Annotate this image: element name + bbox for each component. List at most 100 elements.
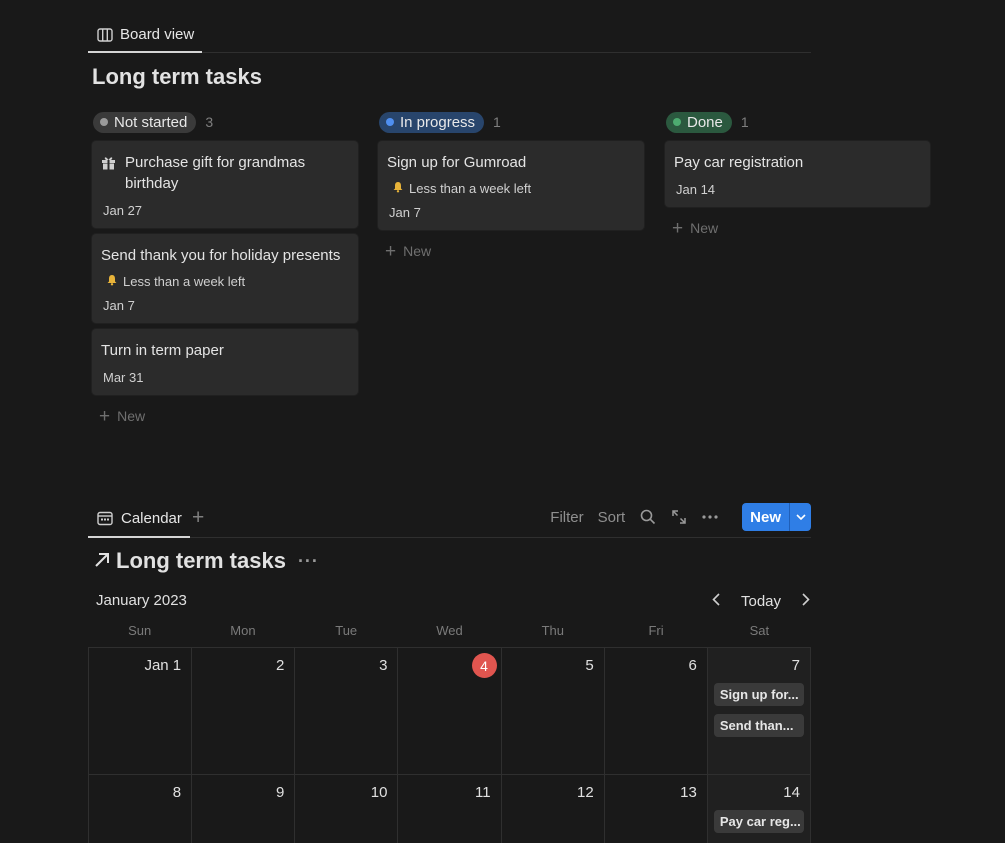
status-badge[interactable]: Not started <box>93 111 197 133</box>
day-events: Pay car reg... <box>713 810 804 833</box>
calendar-title-text[interactable]: Long term tasks <box>116 548 286 574</box>
day-number: 13 <box>680 784 697 801</box>
calendar-day-cell[interactable]: 9 <box>192 775 296 843</box>
calendar-toolbar: Filter Sort New <box>550 503 811 531</box>
weekday-label: Sat <box>749 623 770 638</box>
day-number: 7 <box>791 657 800 674</box>
calendar-day-cell[interactable]: 6 <box>604 648 708 775</box>
calendar-event[interactable]: Send than... <box>713 714 804 737</box>
new-label: New <box>690 220 719 236</box>
filter-button[interactable]: Filter <box>550 509 583 526</box>
deadline-tag: Less than a week left <box>101 274 349 289</box>
add-view-plus-icon[interactable]: + <box>192 506 204 530</box>
tab-board-view[interactable]: Board view <box>88 18 203 53</box>
card-date: Jan 7 <box>389 205 421 220</box>
card-title: Turn in term paper <box>101 342 224 359</box>
task-card[interactable]: Sign up for Gumroad Less than a week left… <box>378 141 644 230</box>
current-month: January 2023 <box>96 592 187 609</box>
add-new-card-button[interactable]: + New <box>665 215 930 241</box>
calendar-week: Jan 1 2 3 4 5 6 7 Sign up for... Send than... <box>89 648 811 775</box>
calendar-day-cell[interactable]: 7 Sign up for... Send than... <box>707 648 811 775</box>
new-dropdown-chevron-down-icon[interactable] <box>789 503 811 531</box>
new-button[interactable]: New <box>742 503 789 531</box>
expand-icon[interactable] <box>670 509 687 526</box>
card-date: Jan 7 <box>103 298 135 313</box>
column-header: In progress 1 <box>379 111 644 133</box>
calendar-day-cell[interactable]: 10 <box>295 775 399 843</box>
calendar-event[interactable]: Pay car reg... <box>713 810 804 833</box>
new-label: New <box>117 408 146 424</box>
plus-icon: + <box>672 217 684 239</box>
card-title-row: Pay car registration <box>674 152 921 173</box>
task-card[interactable]: Send thank you for holiday presents Less … <box>92 234 358 323</box>
day-number: 8 <box>172 784 182 801</box>
calendar-day-cell[interactable]: 13 <box>605 775 708 843</box>
day-number: 11 <box>474 784 491 801</box>
column-count: 1 <box>740 114 749 130</box>
task-card[interactable]: Purchase gift for grandmas birthday Jan 2… <box>92 141 358 228</box>
calendar-week: 8 9 10 11 12 13 14 Pay car reg... <box>89 775 811 843</box>
gift-icon <box>101 155 116 194</box>
board-title: Long term tasks <box>92 64 262 89</box>
prev-month-chevron-left-icon[interactable] <box>712 592 720 610</box>
card-date: Jan 27 <box>103 203 143 218</box>
card-list: Purchase gift for grandmas birthday Jan 2… <box>92 141 358 395</box>
card-title-row: Purchase gift for grandmas birthday <box>101 152 349 194</box>
calendar-day-cell[interactable]: 11 <box>398 775 502 843</box>
calendar-day-cell[interactable]: 3 <box>295 648 399 775</box>
day-number: 6 <box>688 657 697 674</box>
calendar-title: Long term tasks ··· <box>94 548 319 574</box>
next-month-chevron-right-icon[interactable] <box>802 592 810 610</box>
plus-icon: + <box>99 405 111 427</box>
today-button[interactable]: Today <box>741 593 781 610</box>
calendar-day-cell[interactable]: Jan 1 <box>89 648 193 775</box>
calendar-day-cell[interactable]: 4 <box>398 648 502 775</box>
weekday-label: Tue <box>335 623 358 638</box>
tab-calendar-label: Calendar <box>121 509 182 527</box>
month-navigation: Today <box>712 590 810 612</box>
day-number: 10 <box>370 784 388 801</box>
day-events: Sign up for... Send than... <box>713 683 804 737</box>
sort-button[interactable]: Sort <box>598 509 626 526</box>
day-number: 3 <box>379 657 388 674</box>
day-number: 9 <box>275 784 285 801</box>
card-title-row: Sign up for Gumroad <box>387 152 635 173</box>
card-list: Sign up for Gumroad Less than a week left… <box>378 141 644 230</box>
weekday-label: Sun <box>128 623 152 638</box>
linked-database-arrow-icon[interactable] <box>94 548 110 574</box>
task-card[interactable]: Turn in term paper Mar 31 <box>92 329 358 395</box>
status-badge[interactable]: Done <box>666 111 732 133</box>
card-title-row: Turn in term paper <box>101 340 349 361</box>
day-number: 12 <box>577 784 594 801</box>
weekday-label: Wed <box>436 623 463 638</box>
day-number: 5 <box>585 657 594 674</box>
column-count: 3 <box>205 114 214 130</box>
status-dot-icon <box>386 118 394 126</box>
search-icon[interactable] <box>639 509 656 526</box>
title-more-icon[interactable]: ··· <box>298 551 319 572</box>
status-badge[interactable]: In progress <box>379 111 485 133</box>
card-date: Mar 31 <box>103 370 144 385</box>
board-view-tabs: Board view <box>88 18 811 53</box>
column-header: Done 1 <box>666 111 930 133</box>
task-card[interactable]: Pay car registration Jan 14 <box>665 141 930 207</box>
calendar-day-cell[interactable]: 2 <box>192 648 296 775</box>
calendar-day-cell[interactable]: 14 Pay car reg... <box>707 775 811 843</box>
bell-icon <box>392 181 404 196</box>
card-list: Pay car registration Jan 14 <box>665 141 930 207</box>
tab-calendar[interactable]: Calendar <box>88 500 190 538</box>
calendar-day-cell[interactable]: 5 <box>501 648 605 775</box>
calendar-event[interactable]: Sign up for... <box>713 683 804 706</box>
card-title: Sign up for Gumroad <box>387 154 527 171</box>
add-new-card-button[interactable]: + New <box>378 238 644 264</box>
more-options-icon[interactable] <box>701 509 718 526</box>
weekday-header: Sun Mon Tue Wed Thu Fri Sat <box>88 623 811 638</box>
calendar-day-cell[interactable]: 12 <box>502 775 605 843</box>
board-column: Not started 3 Purchase gift for grandmas b… <box>92 111 358 429</box>
status-label: In progress <box>400 113 476 131</box>
tab-board-view-label: Board view <box>120 26 195 43</box>
add-new-card-button[interactable]: + New <box>92 403 358 429</box>
calendar-day-cell[interactable]: 8 <box>89 775 193 843</box>
status-label: Done <box>687 113 723 131</box>
new-label: New <box>403 243 432 259</box>
